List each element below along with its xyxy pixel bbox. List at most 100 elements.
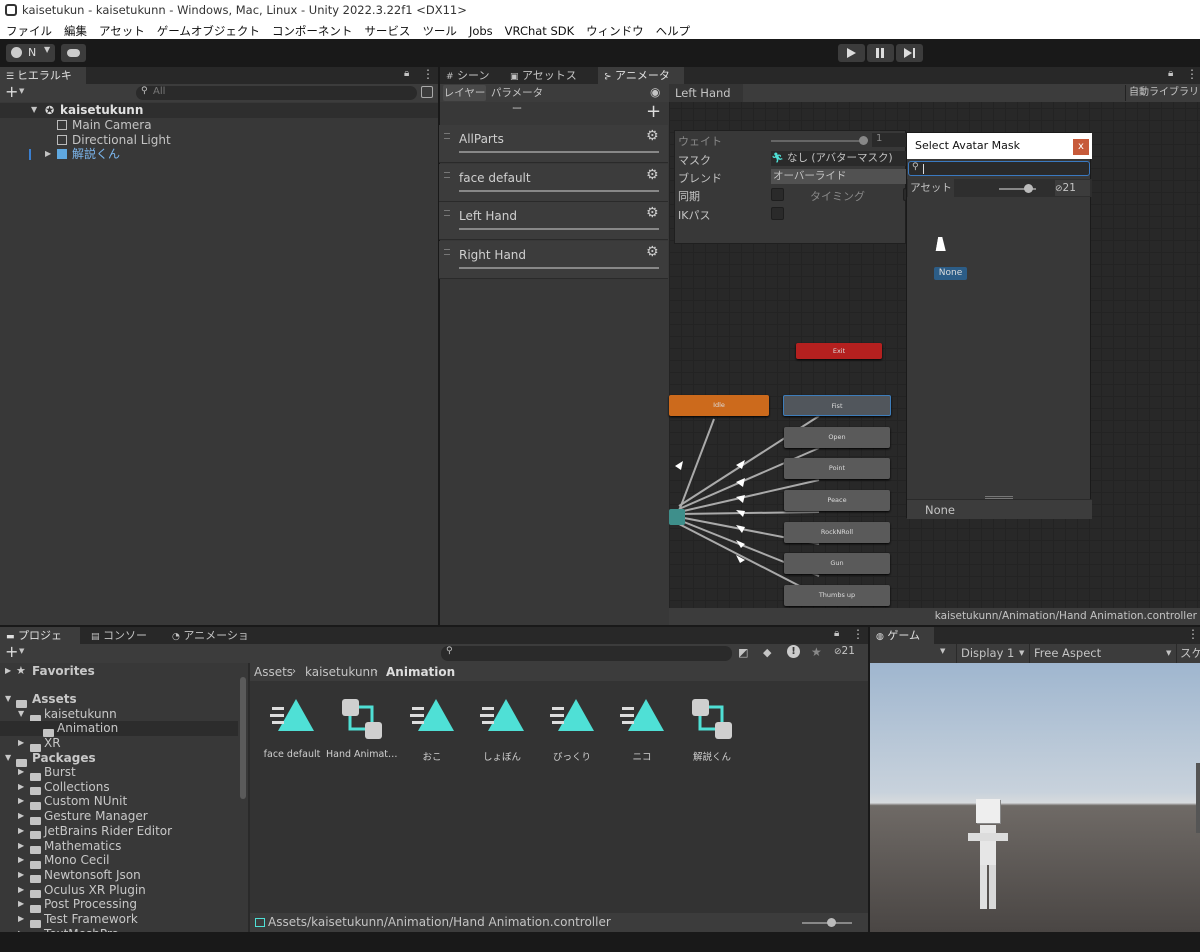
asset-item[interactable]: びっくり bbox=[536, 695, 608, 775]
state-peace[interactable]: Peace bbox=[784, 490, 890, 511]
tree-package[interactable]: ▶ Oculus XR Plugin bbox=[0, 883, 238, 899]
more-menu-icon[interactable]: ⋮ bbox=[1187, 627, 1199, 641]
chevron-right-icon[interactable]: ▶ bbox=[18, 868, 24, 883]
game-viewport[interactable] bbox=[870, 663, 1200, 932]
tab-animation[interactable]: ◔ アニメーション bbox=[166, 627, 262, 661]
chevron-right-icon[interactable]: ▶ bbox=[18, 897, 24, 912]
tab-asset-store[interactable]: ▣ アセットストア bbox=[504, 67, 597, 101]
tree-xr[interactable]: ▶ XR bbox=[0, 736, 238, 752]
favorites-row[interactable]: ▶ ★ Favorites bbox=[0, 664, 238, 679]
tree-package[interactable]: ▶ Gesture Manager bbox=[0, 809, 238, 825]
chevron-right-icon[interactable]: ▶ bbox=[45, 147, 51, 162]
chevron-right-icon[interactable]: ▶ bbox=[18, 780, 24, 795]
layer-right-hand[interactable]: Right Hand ⚙ bbox=[439, 241, 668, 279]
hidden-count-toggle[interactable]: ⊘21 bbox=[1055, 180, 1090, 196]
chevron-right-icon[interactable]: ▶ bbox=[18, 839, 24, 854]
menu-item[interactable]: 編集 bbox=[64, 24, 87, 38]
tab-layers[interactable]: レイヤー bbox=[443, 85, 486, 101]
state-thumbs-up[interactable]: Thumbs up bbox=[784, 585, 890, 606]
more-menu-icon[interactable]: ⋮ bbox=[852, 627, 864, 641]
asset-item[interactable]: おこ bbox=[396, 695, 468, 775]
picker-search-input[interactable]: ⚲ bbox=[908, 161, 1090, 176]
tab-game[interactable]: ◍ ゲーム bbox=[870, 627, 934, 644]
weight-slider[interactable] bbox=[771, 140, 865, 142]
tree-package[interactable]: ▶ Test Framework bbox=[0, 912, 238, 928]
menu-item[interactable]: ウィンドウ bbox=[586, 24, 644, 38]
weight-slider-thumb[interactable] bbox=[859, 136, 868, 145]
lock-icon[interactable]: 🔒︎ bbox=[1168, 68, 1173, 79]
asset-item[interactable]: しょぼん bbox=[466, 695, 538, 775]
chevron-right-icon[interactable]: ▶ bbox=[18, 809, 24, 824]
chevron-down-icon[interactable]: ▼ bbox=[940, 647, 945, 655]
menu-item[interactable]: コンポーネント bbox=[272, 24, 353, 38]
chevron-down-icon[interactable]: ▼ bbox=[19, 87, 24, 95]
pause-button[interactable] bbox=[867, 44, 894, 62]
tree-kaisetukunn[interactable]: ▼ kaisetukunn bbox=[0, 707, 238, 723]
tree-animation[interactable]: Animation bbox=[0, 721, 238, 737]
tab-scene[interactable]: # シーン bbox=[440, 67, 503, 84]
layer-face-default[interactable]: face default ⚙ bbox=[439, 164, 668, 202]
entry-state-node[interactable] bbox=[669, 509, 685, 525]
sync-checkbox[interactable] bbox=[771, 188, 784, 201]
add-icon[interactable]: + bbox=[5, 642, 18, 661]
menu-item[interactable]: VRChat SDK bbox=[505, 24, 575, 38]
layer-allparts[interactable]: AllParts ⚙ bbox=[439, 125, 668, 163]
weight-field[interactable]: 1 bbox=[872, 133, 907, 147]
chevron-right-icon[interactable]: ▶ bbox=[5, 664, 11, 679]
chevron-right-icon[interactable]: ▶ bbox=[18, 794, 24, 809]
menu-item[interactable]: ツール bbox=[422, 24, 457, 38]
chevron-right-icon[interactable]: ▶ bbox=[18, 736, 24, 751]
star-icon[interactable]: ★ bbox=[811, 645, 822, 659]
chevron-down-icon[interactable]: ▼ bbox=[31, 103, 37, 118]
chevron-right-icon[interactable]: ▶ bbox=[18, 853, 24, 868]
tab-animator[interactable]: ⊱ アニメーター bbox=[598, 67, 684, 101]
breadcrumb-assets[interactable]: Assets bbox=[254, 663, 293, 681]
drag-handle-icon[interactable] bbox=[444, 133, 450, 139]
state-gun[interactable]: Gun bbox=[784, 553, 890, 574]
resize-handle-icon[interactable] bbox=[985, 496, 1013, 499]
add-icon[interactable]: + bbox=[5, 82, 18, 101]
gear-icon[interactable]: ⚙ bbox=[646, 244, 659, 260]
drag-handle-icon[interactable] bbox=[444, 249, 450, 255]
project-search-input[interactable]: ⚲ bbox=[441, 646, 732, 661]
search-by-type-icon[interactable]: ◩ bbox=[738, 646, 748, 659]
eye-icon[interactable]: ◉ bbox=[650, 85, 660, 99]
ik-pass-checkbox[interactable] bbox=[771, 207, 784, 220]
asset-item[interactable]: 解説くん bbox=[676, 695, 748, 775]
picker-size-thumb[interactable] bbox=[1024, 184, 1033, 193]
close-button[interactable]: x bbox=[1073, 139, 1089, 155]
packages-row[interactable]: ▼ Packages bbox=[0, 751, 238, 767]
tree-package[interactable]: ▶ Newtonsoft Json bbox=[0, 868, 238, 884]
layer-left-hand[interactable]: Left Hand ⚙ bbox=[439, 202, 668, 240]
chevron-down-icon[interactable]: ▼ bbox=[5, 692, 11, 707]
cloud-button[interactable] bbox=[61, 44, 86, 62]
blend-dropdown[interactable]: オーバーライド bbox=[771, 169, 907, 184]
state-point[interactable]: Point bbox=[784, 458, 890, 479]
drag-handle-icon[interactable] bbox=[444, 172, 450, 178]
tree-row-kaisetukun[interactable]: ▶ 解説くん bbox=[0, 147, 438, 162]
tree-package[interactable]: ▶ Mathematics bbox=[0, 839, 238, 854]
chevron-right-icon[interactable]: ▶ bbox=[18, 883, 24, 898]
account-button[interactable]: N ▼ bbox=[6, 44, 55, 62]
tree-row-scene[interactable]: ▼ ✪ kaisetukunn bbox=[0, 103, 438, 118]
scene-visibility-icon[interactable] bbox=[421, 86, 433, 98]
assets-row[interactable]: ▼ Assets bbox=[0, 692, 238, 708]
tab-parameters[interactable]: パラメーター bbox=[488, 85, 546, 115]
game-scrollbar[interactable] bbox=[1196, 763, 1200, 833]
play-button[interactable] bbox=[838, 44, 865, 62]
lock-icon[interactable]: 🔒︎ bbox=[834, 628, 839, 639]
chevron-right-icon[interactable]: ▶ bbox=[18, 824, 24, 839]
add-layer-button[interactable]: + bbox=[646, 101, 661, 122]
tree-package[interactable]: ▶ Post Processing bbox=[0, 897, 238, 913]
breadcrumb-animation[interactable]: Animation bbox=[386, 663, 455, 681]
menu-item[interactable]: ファイル bbox=[6, 24, 52, 38]
tag-icon[interactable]: ◆ bbox=[763, 646, 771, 659]
project-tree-scrollbar[interactable] bbox=[240, 677, 246, 799]
display-dropdown[interactable]: Display 1 ▼ bbox=[956, 644, 1028, 663]
tree-package[interactable]: ▶ Mono Cecil bbox=[0, 853, 238, 869]
tree-package[interactable]: ▶ Custom NUnit bbox=[0, 794, 238, 810]
menu-item[interactable]: ゲームオブジェクト bbox=[157, 24, 260, 38]
tree-row-directional-light[interactable]: Directional Light bbox=[0, 133, 438, 148]
aspect-dropdown[interactable]: Free Aspect ▼ bbox=[1029, 644, 1175, 663]
menu-item[interactable]: アセット bbox=[99, 24, 145, 38]
